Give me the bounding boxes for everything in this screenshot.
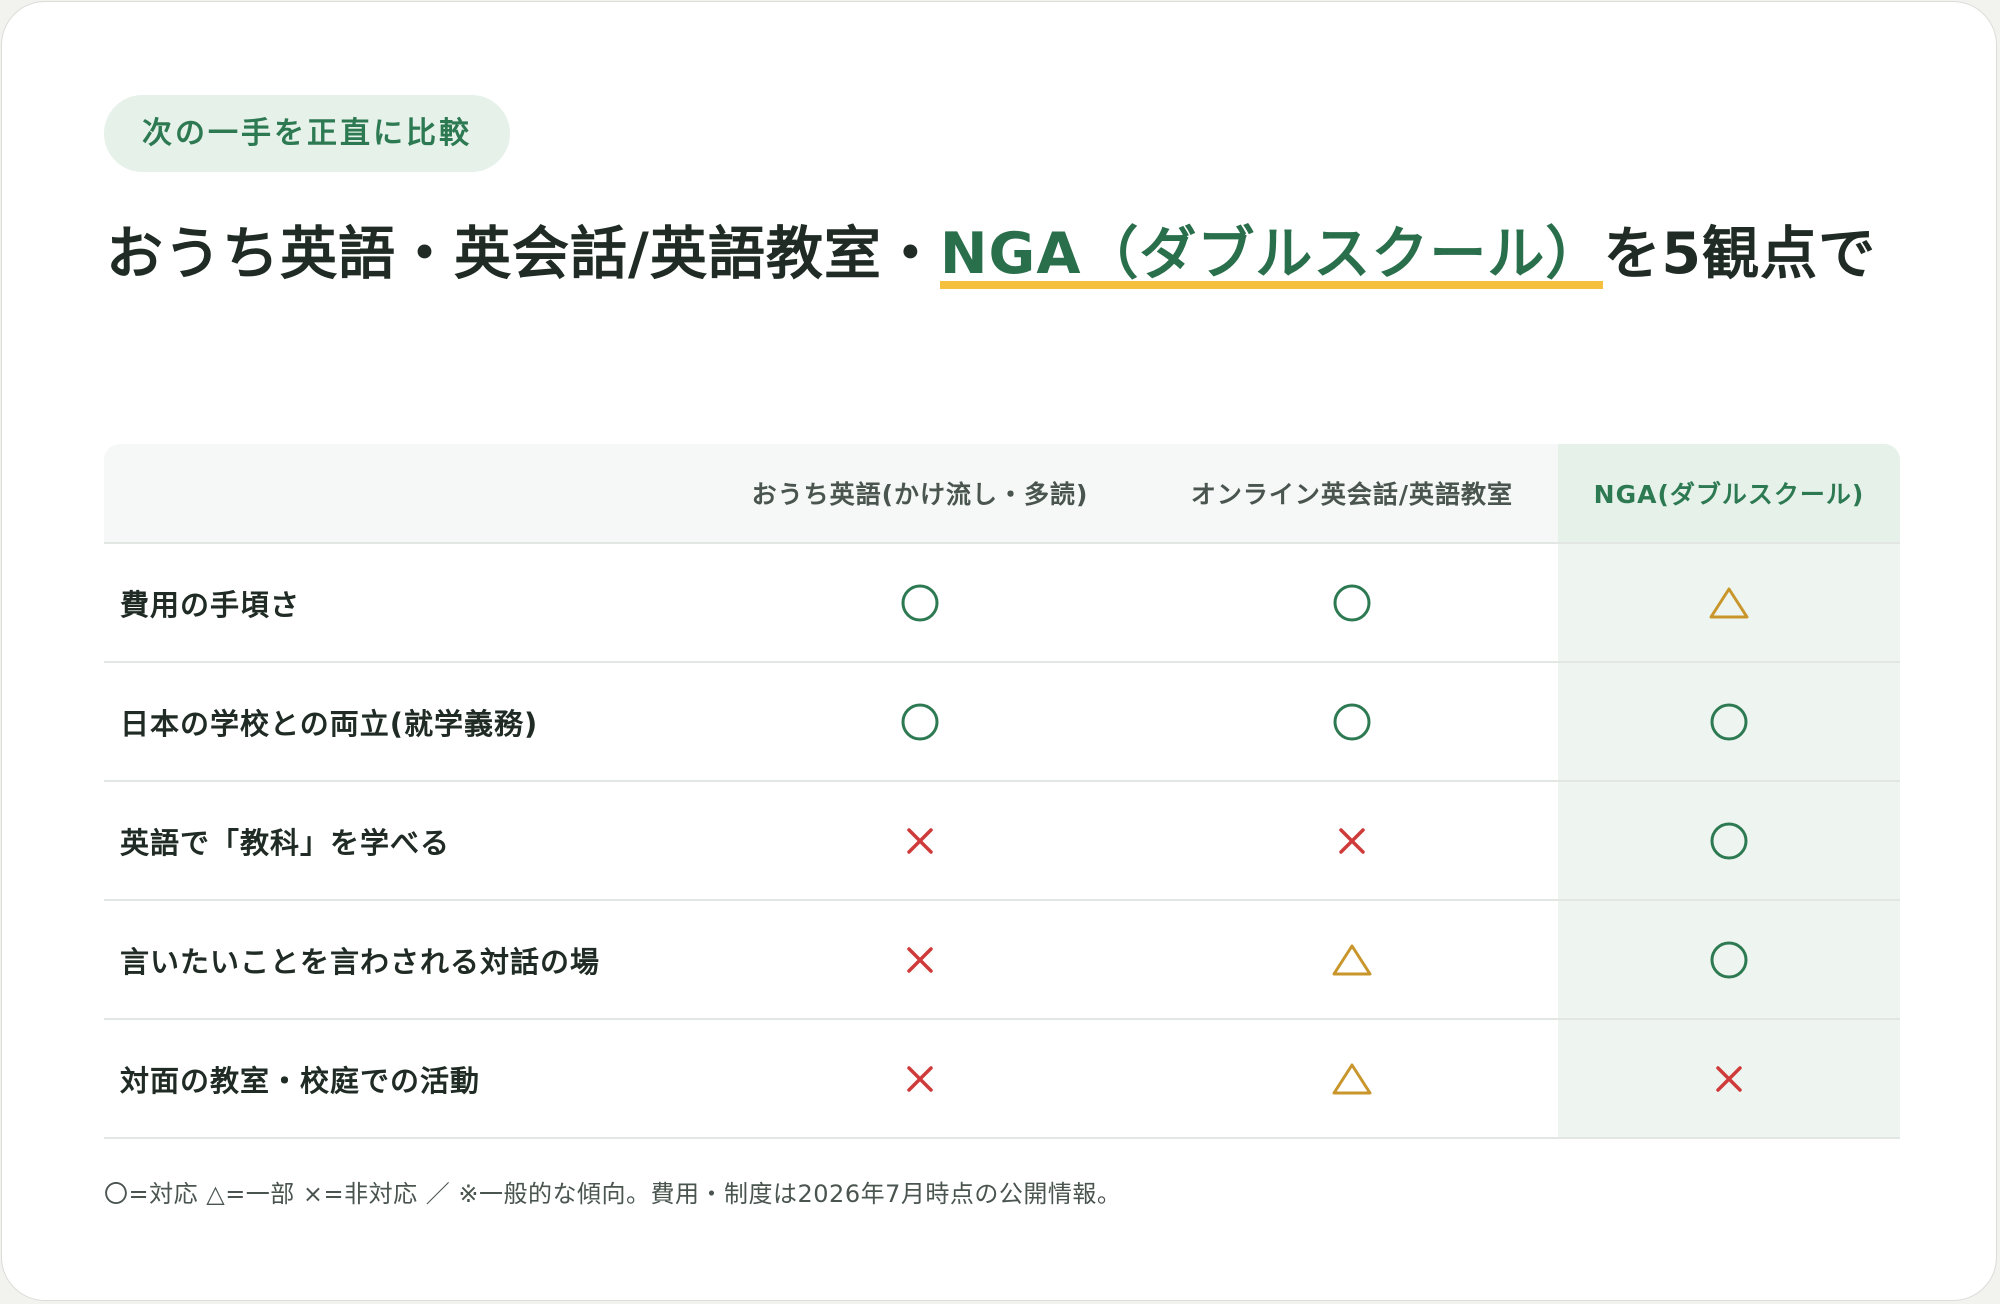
circle-icon [1332, 702, 1372, 742]
rating-cell [704, 663, 1136, 780]
table-row: 言いたいことを言わされる対話の場 [104, 901, 1900, 1020]
header-online-eikaiwa: オンライン英会話/英語教室 [1136, 444, 1568, 542]
rating-cell [1136, 1020, 1568, 1137]
comparison-card: 次の一手を正直に比較 おうち英語・英会話/英語教室・NGA（ダブルスクール）を5… [1, 1, 1997, 1301]
rating-cell [704, 782, 1136, 899]
table-row: 費用の手頃さ [104, 544, 1900, 663]
rating-cell [1558, 782, 1900, 899]
column-label: NGA(ダブルスクール) [1593, 480, 1865, 509]
rating-cell [1558, 663, 1900, 780]
title-highlight: NGA（ダブルスクール） [939, 221, 1604, 287]
header-nga: NGA(ダブルスクール) [1558, 444, 1900, 542]
rating-cell [1136, 663, 1568, 780]
header-empty-cell [104, 444, 704, 542]
circle-icon [1332, 583, 1372, 623]
cross-icon [905, 1064, 935, 1094]
row-label-cell: 言いたいことを言わされる対話の場 [104, 901, 704, 1018]
section-tag: 次の一手を正直に比較 [104, 95, 510, 172]
row-label-cell: 英語で「教科」を学べる [104, 782, 704, 899]
cross-icon [1714, 1064, 1744, 1094]
rating-cell [704, 1020, 1136, 1137]
row-label: 費用の手頃さ [120, 587, 301, 622]
rating-cell [1136, 901, 1568, 1018]
circle-icon [900, 583, 940, 623]
triangle-icon [1331, 943, 1373, 977]
column-label: おうち英語(かけ流し・多読) [751, 480, 1089, 509]
title-part-1: おうち英語・英会話/英語教室・ [106, 221, 940, 287]
row-label: 日本の学校との両立(就学義務) [120, 706, 539, 741]
header-ouchi-eigo: おうち英語(かけ流し・多読) [704, 444, 1136, 542]
circle-icon [1709, 821, 1749, 861]
table-row: 英語で「教科」を学べる [104, 782, 1900, 901]
table-body: 費用の手頃さ日本の学校との両立(就学義務) 英語で「教科」を学べる言いたいことを言… [104, 544, 1900, 1139]
column-label: オンライン英会話/英語教室 [1190, 480, 1514, 509]
rating-cell [1136, 782, 1568, 899]
row-label: 言いたいことを言わされる対話の場 [120, 944, 601, 979]
cross-icon [1337, 826, 1367, 856]
row-label: 英語で「教科」を学べる [120, 825, 451, 860]
cross-icon [905, 826, 935, 856]
circle-icon [900, 702, 940, 742]
table-row: 対面の教室・校庭での活動 [104, 1020, 1900, 1139]
cross-icon [905, 945, 935, 975]
title-part-2: を5観点で [1603, 221, 1877, 287]
row-label-cell: 対面の教室・校庭での活動 [104, 1020, 704, 1137]
row-label: 対面の教室・校庭での活動 [120, 1063, 481, 1098]
table-header: おうち英語(かけ流し・多読) オンライン英会話/英語教室 NGA(ダブルスクール… [104, 444, 1900, 544]
comparison-table: おうち英語(かけ流し・多読) オンライン英会話/英語教室 NGA(ダブルスクール… [104, 444, 1900, 1139]
rating-cell [1558, 1020, 1900, 1137]
rating-cell [704, 901, 1136, 1018]
legend-note: 〇=対応 △=一部 ×=非対応 ／ ※一般的な傾向。費用・制度は2026年7月時… [104, 1180, 1122, 1208]
circle-icon [1709, 940, 1749, 980]
triangle-icon [1708, 586, 1750, 620]
rating-cell [1136, 544, 1568, 661]
rating-cell [704, 544, 1136, 661]
triangle-icon [1331, 1062, 1373, 1096]
table-row: 日本の学校との両立(就学義務) [104, 663, 1900, 782]
rating-cell [1558, 544, 1900, 661]
row-label-cell: 費用の手頃さ [104, 544, 704, 661]
circle-icon [1709, 702, 1749, 742]
page-title: おうち英語・英会話/英語教室・NGA（ダブルスクール）を5観点で [106, 210, 1906, 298]
row-label-cell: 日本の学校との両立(就学義務) [104, 663, 704, 780]
rating-cell [1558, 901, 1900, 1018]
